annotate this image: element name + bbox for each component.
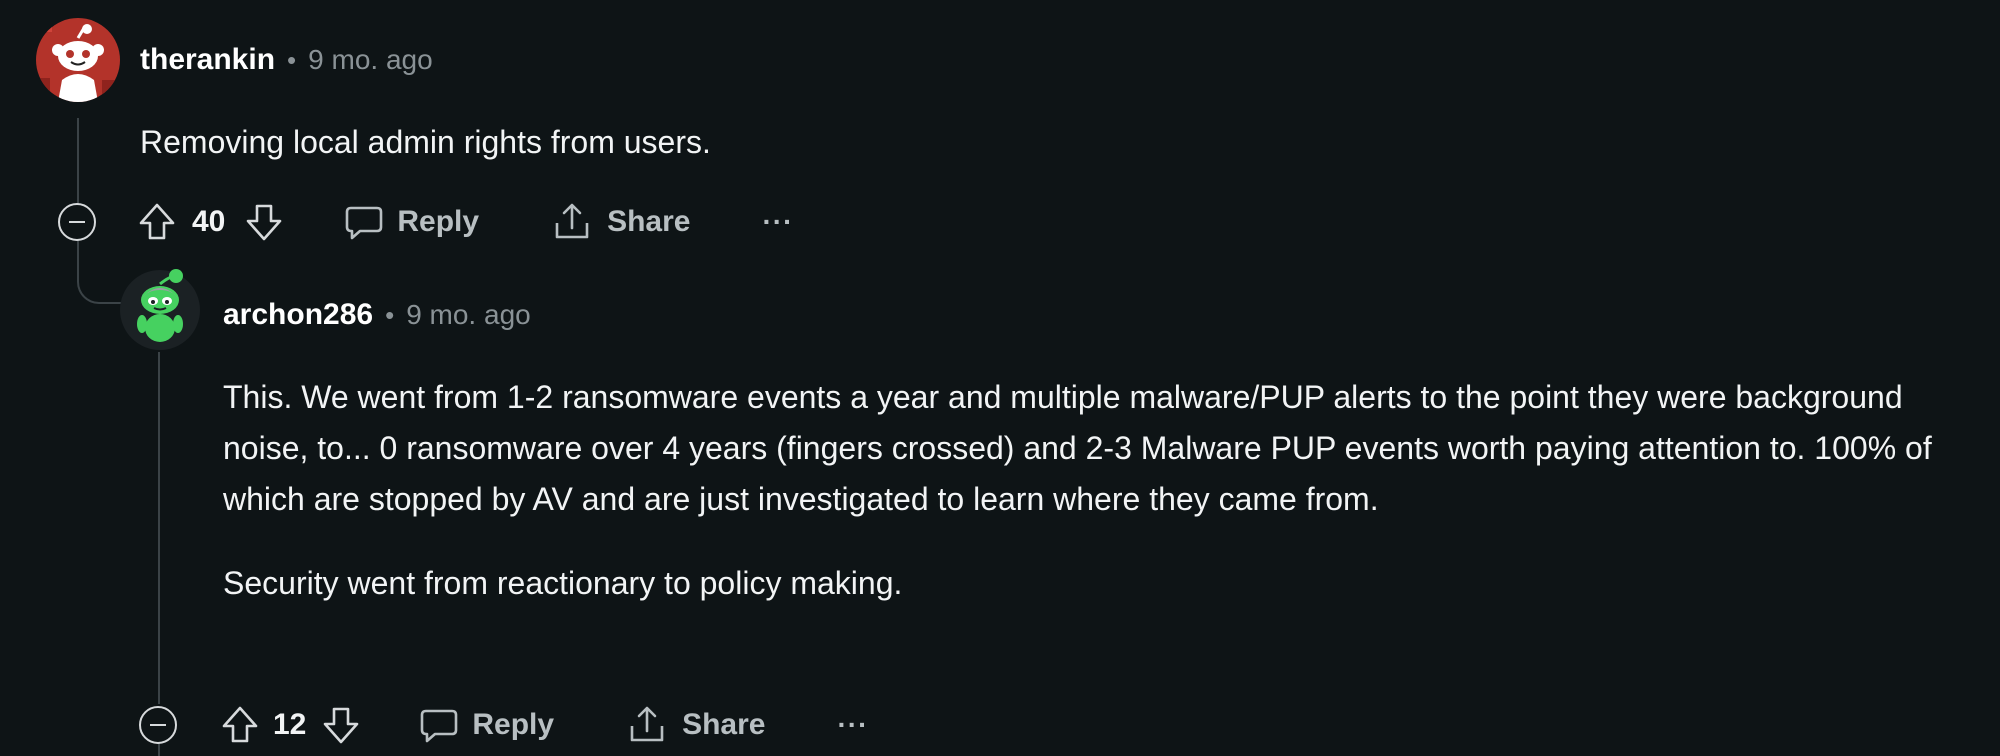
vote-score: 40 xyxy=(192,205,226,238)
comment-bubble-icon xyxy=(346,206,383,240)
minus-icon xyxy=(69,221,85,223)
comment-paragraph: Security went from reactionary to policy… xyxy=(223,565,903,601)
share-icon xyxy=(555,203,589,239)
comment-paragraph: Removing local admin rights from users. xyxy=(140,124,711,160)
thread-line-root-lower xyxy=(77,240,79,270)
username[interactable]: therankin xyxy=(140,43,275,77)
reply-label: Reply xyxy=(397,205,480,238)
avatar[interactable] xyxy=(120,269,200,350)
upvote-icon[interactable] xyxy=(219,704,261,746)
vote-score: 12 xyxy=(273,708,307,741)
downvote-icon[interactable] xyxy=(320,704,362,746)
comment-body: Removing local admin rights from users. xyxy=(140,117,1940,168)
timestamp[interactable]: 9 mo. ago xyxy=(308,44,433,76)
more-options-button[interactable]: ··· xyxy=(837,709,868,741)
thread-line-reply xyxy=(158,352,160,704)
comment-actions: 40 Reply Share ··· xyxy=(136,197,793,247)
snoo-avatar-red-icon xyxy=(36,18,120,102)
avatar[interactable] xyxy=(36,18,120,102)
share-button[interactable]: Share xyxy=(626,704,765,746)
reply-button[interactable]: Reply xyxy=(343,201,479,243)
share-label: Share xyxy=(682,708,766,741)
meta-separator: • xyxy=(385,299,395,330)
comment-body: This. We went from 1-2 ransomware events… xyxy=(223,372,1983,609)
share-label: Share xyxy=(607,205,691,238)
snoo-avatar-green-icon xyxy=(120,269,200,350)
collapse-button[interactable] xyxy=(58,203,96,241)
collapse-button[interactable] xyxy=(139,706,177,744)
reply-button[interactable]: Reply xyxy=(418,704,554,746)
share-icon xyxy=(630,706,664,742)
more-options-button[interactable]: ··· xyxy=(762,206,793,238)
thread-line-reply-lower xyxy=(158,742,160,756)
comment-bubble-icon xyxy=(421,709,458,743)
username[interactable]: archon286 xyxy=(223,298,373,332)
thread-line-root xyxy=(77,118,79,210)
upvote-icon[interactable] xyxy=(136,201,178,243)
meta-separator: • xyxy=(287,44,297,75)
reply-label: Reply xyxy=(472,708,555,741)
comment-meta: therankin • 9 mo. ago xyxy=(140,40,433,80)
comment-actions: 12 Reply Share ··· xyxy=(219,700,868,750)
share-button[interactable]: Share xyxy=(551,201,690,243)
thread-branch-reply xyxy=(77,268,125,304)
minus-icon xyxy=(150,724,166,726)
comment-paragraph: This. We went from 1-2 ransomware events… xyxy=(223,379,1932,517)
timestamp[interactable]: 9 mo. ago xyxy=(406,299,531,331)
downvote-icon[interactable] xyxy=(243,201,285,243)
comment-meta: archon286 • 9 mo. ago xyxy=(223,295,531,335)
